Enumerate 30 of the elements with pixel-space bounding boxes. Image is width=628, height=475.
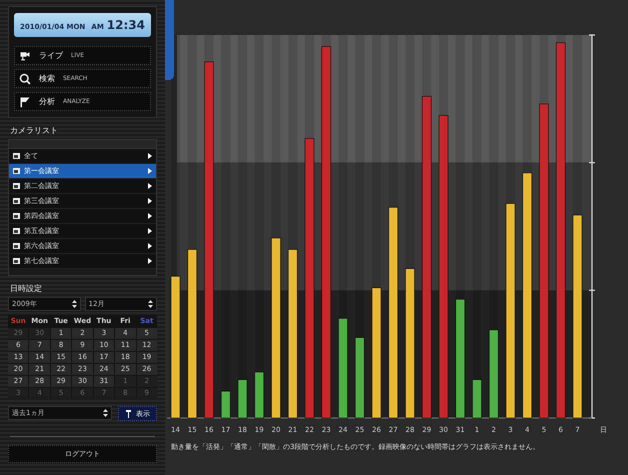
spinner-icon	[72, 300, 76, 308]
arrow-icon	[148, 258, 152, 264]
spinner-icon	[103, 409, 108, 417]
menu-label: ライブ	[39, 50, 63, 61]
arrow-icon	[148, 168, 152, 174]
panel-toggle-tab[interactable]	[165, 0, 174, 80]
arrow-icon	[148, 153, 152, 159]
camera-icon	[13, 243, 20, 249]
arrow-icon	[148, 183, 152, 189]
pin-icon	[125, 410, 132, 418]
camera-icon	[13, 213, 20, 219]
camera-icon	[13, 198, 20, 204]
spinner-icon	[148, 300, 153, 308]
flag-icon	[19, 96, 31, 108]
camera-icon	[13, 153, 20, 159]
time-text: 12:34	[106, 18, 145, 32]
camera-icon	[13, 228, 20, 234]
search-icon	[19, 72, 31, 84]
menu-label: 分析	[39, 96, 55, 107]
arrow-icon	[148, 198, 152, 204]
section-title: 日時設定	[10, 283, 42, 294]
arrow-icon	[148, 228, 152, 234]
section-title: カメラリスト	[10, 125, 58, 136]
camera-icon	[19, 50, 31, 62]
camera-icon	[13, 168, 20, 174]
arrow-icon	[148, 213, 152, 219]
menu-label: 検索	[39, 73, 55, 84]
camera-icon	[13, 258, 20, 264]
camera-icon	[13, 183, 20, 189]
arrow-icon	[148, 243, 152, 249]
